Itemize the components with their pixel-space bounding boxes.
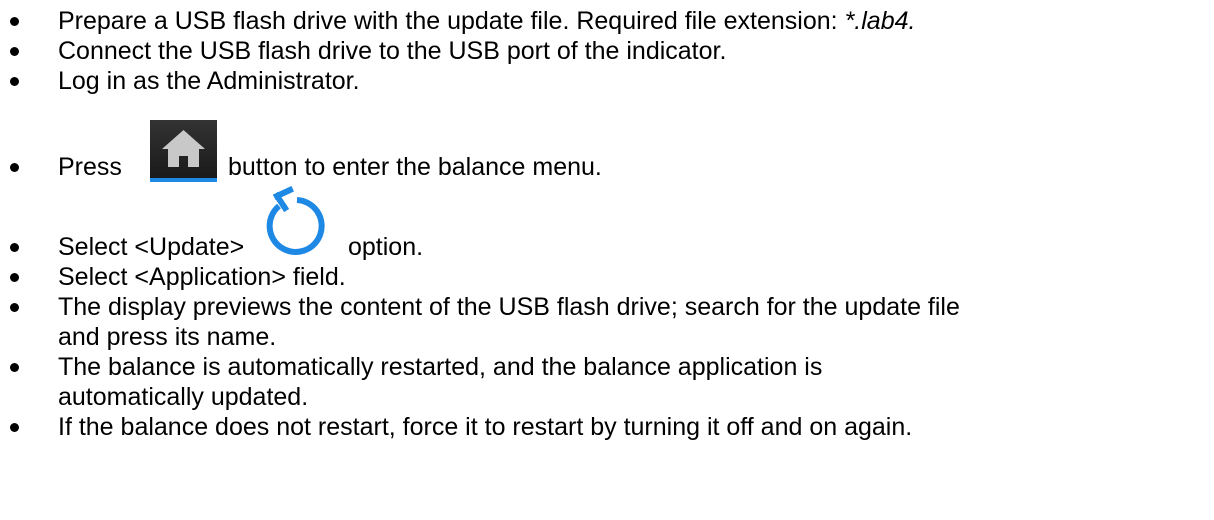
bullet bbox=[10, 77, 19, 86]
file-extension: *.lab4. bbox=[844, 7, 916, 35]
list-item-text: Log in as the Administrator. bbox=[58, 67, 360, 95]
bullet bbox=[10, 17, 19, 26]
list-item-text: Select <Application> field. bbox=[58, 263, 346, 291]
list-item-text: The balance is automatically restarted, … bbox=[58, 353, 823, 381]
bullet bbox=[10, 303, 19, 312]
list-item-text: If the balance does not restart, force i… bbox=[58, 413, 913, 441]
bullet bbox=[10, 423, 19, 432]
bullet bbox=[10, 47, 19, 56]
home-icon bbox=[162, 130, 205, 167]
home-button[interactable] bbox=[150, 120, 217, 182]
step-text: option. bbox=[348, 233, 424, 261]
step-text: Prepare a USB flash drive with the updat… bbox=[58, 7, 845, 35]
step-text: Select <Update> bbox=[58, 233, 245, 261]
list-item-text-continued: and press its name. bbox=[58, 323, 277, 351]
bullet bbox=[10, 163, 19, 172]
refresh-circle-arrow-icon[interactable] bbox=[257, 186, 327, 260]
bullet bbox=[10, 363, 19, 372]
step-text: Press bbox=[58, 153, 122, 181]
step-text: button to enter the balance menu. bbox=[228, 153, 602, 181]
list-item-text-continued: automatically updated. bbox=[58, 383, 309, 411]
list-item-text: The display previews the content of the … bbox=[58, 293, 960, 321]
bullet bbox=[10, 273, 19, 282]
list-item-text: Prepare a USB flash drive with the updat… bbox=[58, 6, 915, 36]
bullet bbox=[10, 243, 19, 252]
list-item-text: Connect the USB flash drive to the USB p… bbox=[58, 37, 727, 65]
